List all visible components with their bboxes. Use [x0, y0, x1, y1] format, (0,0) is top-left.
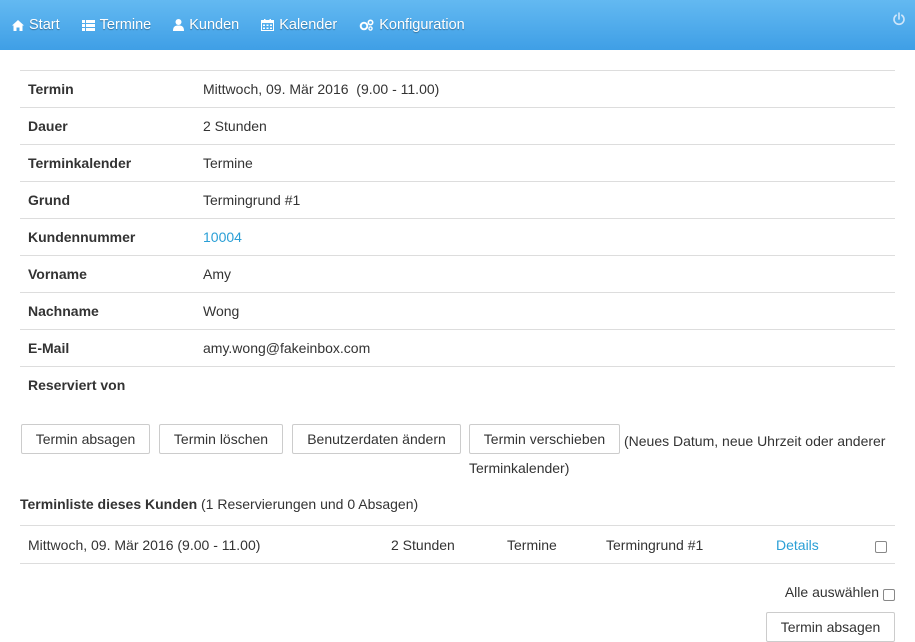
row-details-link[interactable]: Details — [776, 537, 819, 553]
cancel-appointment-button[interactable]: Termin absagen — [21, 424, 150, 454]
details-label: Termin — [20, 70, 203, 108]
details-label: E-Mail — [20, 329, 203, 367]
nav-label-kalender: Kalender — [279, 17, 338, 33]
customer-number-link[interactable]: 10004 — [203, 229, 242, 245]
nav-label-kunden: Kunden — [189, 17, 240, 33]
details-value: amy.wong@fakeinbox.com — [203, 329, 895, 367]
nav-label-termine: Termine — [99, 17, 152, 33]
details-label: Vorname — [20, 255, 203, 293]
details-row-vorname: Vorname Amy — [20, 255, 895, 293]
nav-item-kalender[interactable]: Kalender — [261, 0, 337, 50]
select-all-checkbox[interactable] — [883, 589, 895, 601]
list-icon — [81, 19, 95, 31]
appointment-details-table: Termin Mittwoch, 09. Mär 2016 (9.00 - 11… — [20, 70, 895, 404]
reschedule-note-line2: Terminkalender) — [469, 460, 570, 476]
row-calendar: Termine — [507, 537, 557, 553]
nav-item-kunden[interactable]: Kunden — [173, 0, 239, 50]
details-value — [203, 367, 895, 404]
details-row-grund: Grund Termingrund #1 — [20, 181, 895, 219]
details-label: Nachname — [20, 292, 203, 330]
cancel-selected-button[interactable]: Termin absagen — [766, 612, 895, 642]
list-summary: (1 Reservierungen und 0 Absagen) — [201, 496, 419, 512]
row-reason: Termingrund #1 — [606, 537, 704, 553]
reschedule-note-line1: (Neues Datum, neue Uhrzeit oder anderer — [624, 433, 886, 449]
details-row-nachname: Nachname Wong — [20, 292, 895, 330]
nav-item-start[interactable]: Start — [12, 0, 60, 50]
details-row-email: E-Mail amy.wong@fakeinbox.com — [20, 329, 895, 367]
details-row-reserviert-von: Reserviert von — [20, 367, 895, 404]
delete-appointment-button[interactable]: Termin löschen — [159, 424, 283, 454]
details-label: Terminkalender — [20, 144, 203, 182]
details-value: 2 Stunden — [203, 107, 895, 145]
details-row-kundennummer: Kundennummer 10004 — [20, 218, 895, 256]
details-row-terminkalender: Terminkalender Termine — [20, 144, 895, 182]
reschedule-note: (Neues Datum, neue Uhrzeit oder anderer … — [469, 428, 899, 482]
nav-label-start: Start — [29, 17, 60, 33]
edit-user-data-button[interactable]: Benutzerdaten ändern — [292, 424, 461, 454]
nav-label-konfiguration: Konfiguration — [379, 17, 465, 33]
details-value: Mittwoch, 09. Mär 2016 (9.00 - 11.00) — [203, 70, 895, 108]
details-row-termin: Termin Mittwoch, 09. Mär 2016 (9.00 - 11… — [20, 70, 895, 108]
row-duration: 2 Stunden — [391, 537, 455, 553]
details-label: Grund — [20, 181, 203, 219]
details-row-dauer: Dauer 2 Stunden — [20, 107, 895, 145]
home-icon — [12, 19, 24, 31]
power-icon[interactable] — [892, 12, 906, 26]
details-label: Dauer — [20, 107, 203, 145]
select-all-label: Alle auswählen — [784, 584, 879, 600]
details-value: Termine — [203, 144, 895, 182]
details-label: Reserviert von — [28, 377, 126, 394]
user-icon — [173, 19, 185, 31]
details-value: Wong — [203, 292, 895, 330]
customer-appointments-heading: Terminliste dieses Kunden (1 Reservierun… — [20, 496, 418, 512]
nav-item-konfiguration[interactable]: Konfiguration — [359, 0, 465, 50]
calendar-icon — [261, 19, 275, 31]
details-label: Kundennummer — [20, 218, 203, 256]
top-navbar: Start Termine Kunden Kalender Konfigurat… — [0, 0, 915, 50]
details-value: Amy — [203, 255, 895, 293]
table-row: Mittwoch, 09. Mär 2016 (9.00 - 11.00) 2 … — [20, 525, 895, 564]
nav-item-termine[interactable]: Termine — [81, 0, 152, 50]
row-checkbox[interactable] — [875, 541, 887, 553]
list-title: Terminliste dieses Kunden — [20, 496, 198, 512]
row-date: Mittwoch, 09. Mär 2016 (9.00 - 11.00) — [28, 537, 261, 553]
details-value: Termingrund #1 — [203, 181, 895, 219]
gears-icon — [359, 19, 374, 31]
